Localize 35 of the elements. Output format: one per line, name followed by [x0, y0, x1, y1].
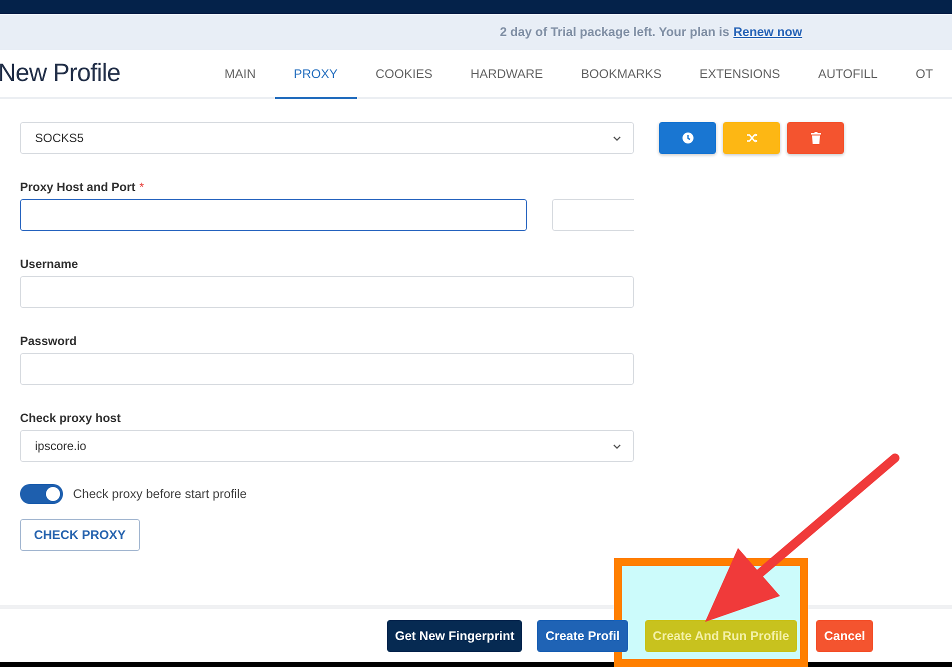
tab[interactable]: OT — [896, 50, 952, 99]
cancel-button[interactable]: Cancel — [816, 620, 874, 652]
footer-button[interactable]: Create Profil — [537, 620, 628, 652]
input-field[interactable] — [20, 353, 634, 385]
chevron-icon — [613, 444, 621, 448]
page-title: New Profile — [0, 59, 122, 88]
history-button[interactable] — [659, 122, 716, 154]
toggle-label: Check proxy before start profile — [73, 487, 247, 501]
input-field[interactable] — [20, 276, 634, 308]
field-label: Password — [20, 334, 77, 348]
tab[interactable]: COOKIES — [356, 50, 452, 99]
check-proxy-button[interactable]: CHECK PROXY — [20, 519, 140, 551]
trial-text: 2 day of Trial package left. Your plan is — [500, 25, 730, 39]
field-label: Check proxy host — [20, 411, 121, 425]
delete-button[interactable] — [787, 122, 844, 154]
tab[interactable]: AUTOFILL — [799, 50, 897, 99]
tab[interactable]: MAIN — [206, 50, 275, 99]
field-label: Proxy Host and Port — [20, 180, 136, 194]
proxy-type-select[interactable]: SOCKS5 — [20, 122, 634, 154]
chevron-icon — [613, 136, 621, 140]
host-field[interactable] — [20, 199, 527, 231]
trash-icon — [810, 132, 820, 144]
required-mark: * — [139, 180, 144, 194]
toggle-switch[interactable] — [20, 484, 63, 504]
tab[interactable]: BOOKMARKS — [562, 50, 681, 99]
footer-button[interactable]: Get New Fingerprint — [387, 620, 522, 652]
tab[interactable]: HARDWARE — [452, 50, 562, 99]
shuffle-icon — [746, 133, 758, 143]
tab[interactable]: EXTENSIONS — [680, 50, 800, 99]
tab[interactable]: PROXY — [274, 50, 357, 99]
renew-link[interactable]: Renew now — [733, 25, 802, 39]
field-label: Username — [20, 257, 78, 271]
port-field[interactable] — [552, 199, 634, 231]
host-select[interactable]: ipscore.io — [20, 430, 634, 462]
clock-icon — [682, 132, 694, 144]
